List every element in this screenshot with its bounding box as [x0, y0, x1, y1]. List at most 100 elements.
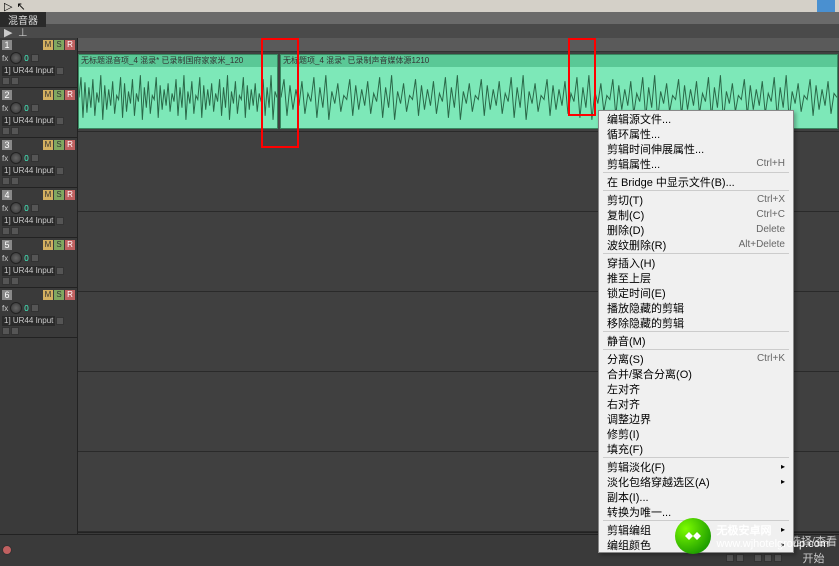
menu-item[interactable]: 剪辑时间伸展属性... — [599, 141, 793, 156]
track-option[interactable] — [2, 327, 10, 335]
input-label[interactable]: 1] UR44 Input — [2, 116, 55, 126]
fx-icon[interactable]: fx — [2, 54, 8, 63]
menu-item[interactable]: 剪切(T)Ctrl+X — [599, 192, 793, 207]
menu-shortcut: Delete — [756, 224, 785, 235]
prev-button[interactable] — [726, 554, 734, 562]
fx-icon[interactable]: fx — [2, 204, 8, 213]
fx-icon[interactable]: fx — [2, 104, 8, 113]
menu-item[interactable]: 移除隐藏的剪辑 — [599, 315, 793, 330]
context-menu[interactable]: 编辑源文件...循环属性...剪辑时间伸展属性...剪辑属性...Ctrl+H 在… — [598, 110, 794, 553]
volume-display: 0 — [24, 104, 28, 113]
mute-button[interactable]: M — [43, 240, 53, 250]
input-label[interactable]: 1] UR44 Input — [2, 66, 55, 76]
menu-item[interactable]: 静音(M) — [599, 333, 793, 348]
input-dropdown[interactable] — [56, 267, 64, 275]
tab-mixer[interactable]: 混音器 — [0, 12, 46, 27]
record-arm-button[interactable]: R — [65, 290, 75, 300]
toolbar: ▶ ⊥ — [0, 24, 839, 38]
menu-item[interactable]: 穿插入(H) — [599, 255, 793, 270]
input-dropdown[interactable] — [56, 167, 64, 175]
input-dropdown[interactable] — [56, 117, 64, 125]
window-control[interactable] — [817, 0, 835, 12]
input-dropdown[interactable] — [56, 217, 64, 225]
menu-item[interactable]: 分离(S)Ctrl+K — [599, 351, 793, 366]
solo-button[interactable]: S — [54, 90, 64, 100]
next-button[interactable] — [736, 554, 744, 562]
track-option[interactable] — [11, 177, 19, 185]
menu-item[interactable]: 左对齐 — [599, 381, 793, 396]
menu-item[interactable]: 转换为唯一... — [599, 504, 793, 519]
solo-button[interactable]: S — [54, 290, 64, 300]
menu-item[interactable]: 在 Bridge 中显示文件(B)... — [599, 174, 793, 189]
menu-item[interactable]: 锁定时间(E) — [599, 285, 793, 300]
menu-item[interactable]: 修剪(I) — [599, 426, 793, 441]
solo-button[interactable]: S — [54, 140, 64, 150]
pan-knob[interactable] — [10, 252, 22, 264]
record-arm-button[interactable]: R — [65, 140, 75, 150]
menu-item[interactable]: 淡化包络穿越选区(A) — [599, 474, 793, 489]
fx-icon[interactable]: fx — [2, 304, 8, 313]
mute-button[interactable]: M — [43, 40, 53, 50]
input-dropdown[interactable] — [56, 67, 64, 75]
track-option[interactable] — [2, 227, 10, 235]
menu-item[interactable]: 删除(D)Delete — [599, 222, 793, 237]
record-arm-button[interactable]: R — [65, 90, 75, 100]
menu-item[interactable]: 推至上层 — [599, 270, 793, 285]
zoom-out-button[interactable] — [754, 554, 762, 562]
menu-item-label: 编辑源文件... — [607, 111, 671, 127]
record-arm-button[interactable]: R — [65, 240, 75, 250]
track-option[interactable] — [2, 177, 10, 185]
input-label[interactable]: 1] UR44 Input — [2, 316, 55, 326]
solo-button[interactable]: S — [54, 190, 64, 200]
track-option[interactable] — [11, 277, 19, 285]
track-strip: 1 M S R fx 0 1] UR44 Input — [0, 38, 77, 88]
zoom-in-button[interactable] — [764, 554, 772, 562]
track-option[interactable] — [11, 77, 19, 85]
menu-item[interactable]: 剪辑淡化(F) — [599, 459, 793, 474]
pan-knob[interactable] — [10, 302, 22, 314]
menu-item[interactable]: 循环属性... — [599, 126, 793, 141]
fx-icon[interactable]: fx — [2, 254, 8, 263]
menu-item[interactable]: 播放隐藏的剪辑 — [599, 300, 793, 315]
menu-item[interactable]: 右对齐 — [599, 396, 793, 411]
zoom-fit-button[interactable] — [774, 554, 782, 562]
track-option[interactable] — [11, 127, 19, 135]
mute-button[interactable]: M — [43, 190, 53, 200]
marker-icon[interactable]: ⊥ — [18, 26, 28, 36]
pan-knob[interactable] — [10, 202, 22, 214]
input-label[interactable]: 1] UR44 Input — [2, 166, 55, 176]
menu-item[interactable]: 剪辑属性...Ctrl+H — [599, 156, 793, 171]
track-option[interactable] — [2, 127, 10, 135]
menu-item-label: 锁定时间(E) — [607, 285, 666, 301]
ruler[interactable] — [78, 38, 839, 52]
track-option[interactable] — [2, 77, 10, 85]
pan-knob[interactable] — [10, 152, 22, 164]
input-label[interactable]: 1] UR44 Input — [2, 266, 55, 276]
audio-clip[interactable]: 无标题混音项_4 混录* 已录制国府家家米_120 — [78, 54, 278, 129]
solo-button[interactable]: S — [54, 240, 64, 250]
play-icon[interactable]: ▶ — [4, 26, 14, 36]
record-arm-button[interactable]: R — [65, 190, 75, 200]
menu-item[interactable]: 编辑源文件... — [599, 111, 793, 126]
menu-item[interactable]: 调整边界 — [599, 411, 793, 426]
pan-knob[interactable] — [10, 102, 22, 114]
track-option[interactable] — [2, 277, 10, 285]
menu-item-label: 在 Bridge 中显示文件(B)... — [607, 174, 735, 190]
mute-button[interactable]: M — [43, 90, 53, 100]
record-arm-button[interactable]: R — [65, 40, 75, 50]
mute-button[interactable]: M — [43, 140, 53, 150]
menu-item[interactable]: 复制(C)Ctrl+C — [599, 207, 793, 222]
track-option[interactable] — [11, 327, 19, 335]
menu-item[interactable]: 填充(F) — [599, 441, 793, 456]
fx-icon[interactable]: fx — [2, 154, 8, 163]
record-button[interactable] — [2, 545, 12, 555]
track-option[interactable] — [11, 227, 19, 235]
solo-button[interactable]: S — [54, 40, 64, 50]
menu-item[interactable]: 副本(I)... — [599, 489, 793, 504]
menu-item[interactable]: 波纹删除(R)Alt+Delete — [599, 237, 793, 252]
menu-item[interactable]: 合并/聚合分离(O) — [599, 366, 793, 381]
input-label[interactable]: 1] UR44 Input — [2, 216, 55, 226]
pan-knob[interactable] — [10, 52, 22, 64]
input-dropdown[interactable] — [56, 317, 64, 325]
mute-button[interactable]: M — [43, 290, 53, 300]
